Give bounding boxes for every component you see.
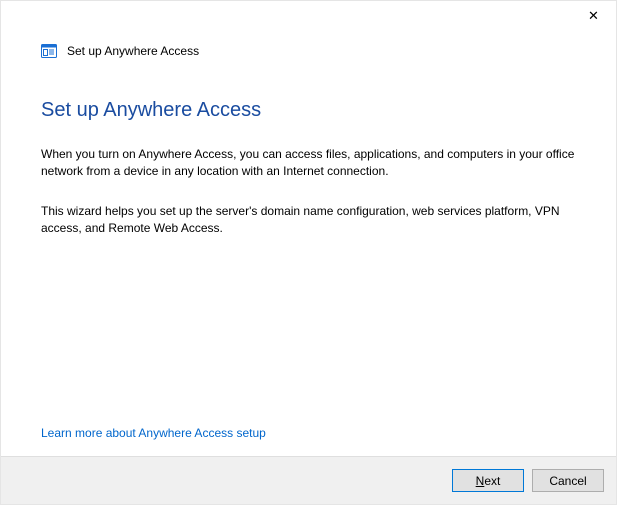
footer-bar: Next Cancel: [1, 456, 616, 504]
close-icon: ✕: [588, 9, 599, 22]
close-button[interactable]: ✕: [571, 1, 616, 29]
intro-paragraph-2: This wizard helps you set up the server'…: [41, 203, 576, 238]
content-area: Set up Anywhere Access When you turn on …: [1, 59, 616, 456]
anywhere-access-icon: [41, 43, 57, 59]
next-button[interactable]: Next: [452, 469, 524, 492]
header-title: Set up Anywhere Access: [67, 44, 199, 58]
header-row: Set up Anywhere Access: [1, 33, 616, 59]
next-rest: ext: [484, 474, 500, 488]
intro-paragraph-1: When you turn on Anywhere Access, you ca…: [41, 146, 576, 181]
learn-more-link[interactable]: Learn more about Anywhere Access setup: [41, 426, 266, 440]
cancel-button[interactable]: Cancel: [532, 469, 604, 492]
page-heading: Set up Anywhere Access: [41, 99, 576, 122]
link-row: Learn more about Anywhere Access setup: [41, 426, 576, 456]
wizard-window: ✕ Set up Anywhere Access Set up Anywhere…: [0, 0, 617, 505]
titlebar: ✕: [1, 1, 616, 33]
